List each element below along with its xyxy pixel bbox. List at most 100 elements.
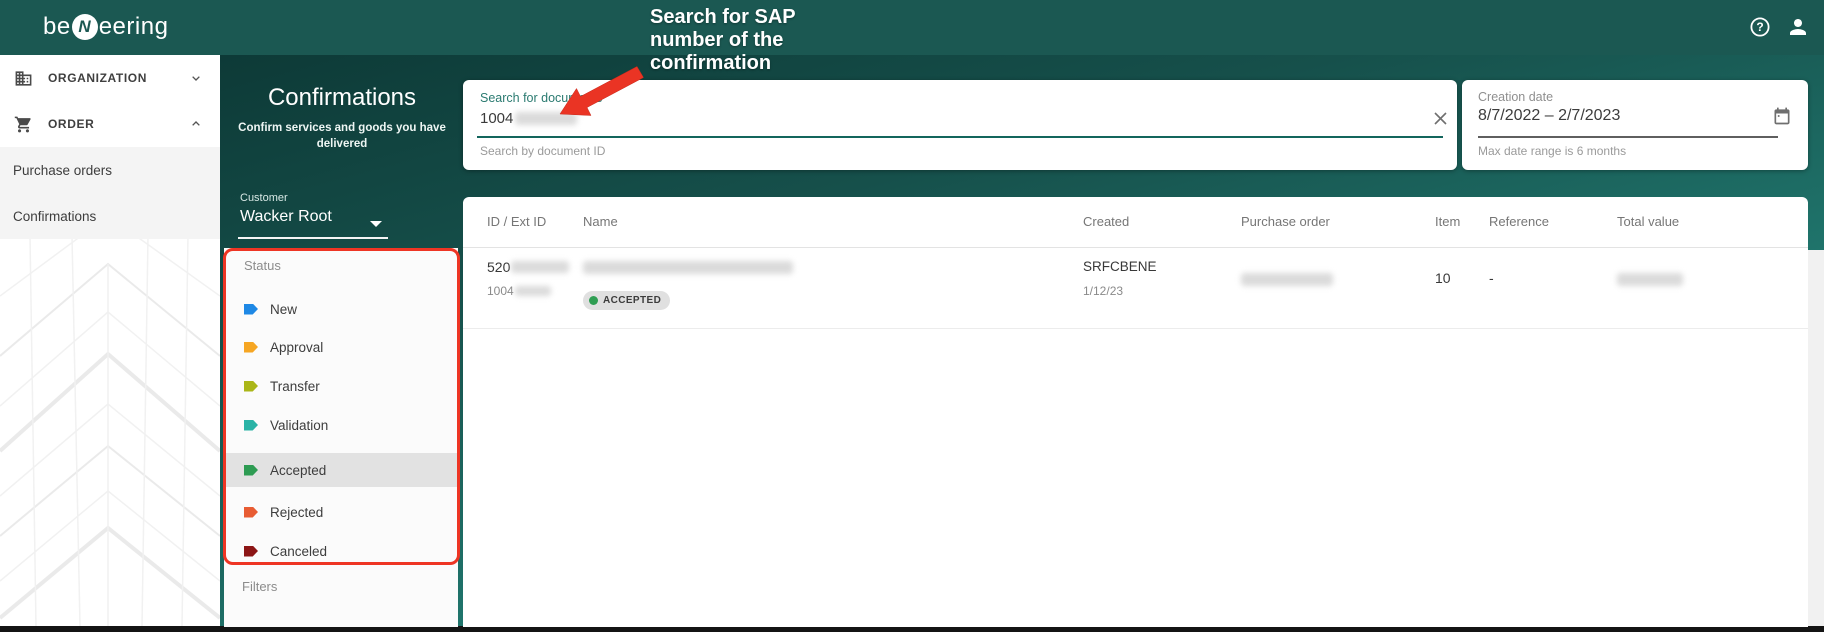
app-window: beNeering ? — [0, 0, 1824, 632]
sidebar-subitem-label: Purchase orders — [13, 163, 112, 178]
customer-select[interactable]: Wacker Root — [240, 208, 332, 226]
filters-heading: Filters — [242, 579, 277, 594]
status-tag-icon — [244, 420, 258, 431]
building-watermark-image — [0, 236, 220, 626]
status-filter-panel: Status New Approval Transfer Validation … — [224, 248, 458, 627]
redacted-purchase-order — [1241, 273, 1333, 286]
status-filter-rejected[interactable]: Rejected — [224, 495, 458, 529]
search-input-label: Search for documents — [480, 91, 602, 105]
cart-icon — [14, 115, 33, 134]
logo-text-post: eering — [99, 13, 169, 41]
status-filter-validation[interactable]: Validation — [224, 408, 458, 442]
table-header-row: ID / Ext ID Name Created Purchase order … — [463, 197, 1808, 248]
customer-select-underline — [238, 237, 388, 239]
status-tag-icon — [244, 546, 258, 557]
table-row[interactable]: 520 1004 ACCEPTED SRFCBENE 1/12/23 10 - — [463, 248, 1808, 329]
column-header-reference: Reference — [1489, 214, 1549, 229]
status-filter-approval[interactable]: Approval — [224, 330, 458, 364]
help-icon: ? — [1749, 16, 1771, 38]
status-filter-canceled[interactable]: Canceled — [224, 534, 458, 568]
redacted-external-id — [515, 286, 551, 296]
search-input-underline — [477, 136, 1443, 138]
column-header-id: ID / Ext ID — [487, 214, 546, 229]
document-id-text: 520 — [487, 259, 510, 275]
cell-created-date: 1/12/23 — [1083, 284, 1123, 298]
annotation-line: number of the — [650, 29, 890, 52]
account-button[interactable] — [1786, 15, 1810, 39]
status-heading: Status — [244, 258, 281, 273]
status-label: Accepted — [270, 463, 326, 478]
redacted-total-value — [1617, 273, 1683, 286]
creation-date-card: Creation date 8/7/2022 – 2/7/2023 Max da… — [1462, 80, 1808, 170]
top-app-bar: beNeering ? — [0, 0, 1824, 55]
search-helper-text: Search by document ID — [480, 144, 605, 158]
column-header-created: Created — [1083, 214, 1129, 229]
person-icon — [1786, 15, 1810, 39]
search-value-text: 1004 — [480, 110, 513, 127]
logo-n-icon: N — [72, 14, 98, 40]
clear-search-button[interactable] — [1429, 107, 1451, 129]
sidebar-item-label: ORDER — [48, 117, 94, 131]
cell-created-ref: SRFCBENE — [1083, 259, 1157, 274]
status-label: Transfer — [270, 379, 320, 394]
building-icon — [14, 69, 33, 88]
calendar-icon — [1772, 106, 1792, 126]
date-input-underline — [1478, 136, 1778, 138]
search-card: Search for documents 1004 Search by docu… — [463, 80, 1457, 170]
cell-external-id: 1004 — [487, 284, 551, 298]
date-helper-text: Max date range is 6 months — [1478, 144, 1626, 158]
confirmations-table: ID / Ext ID Name Created Purchase order … — [463, 197, 1808, 627]
status-label: Validation — [270, 418, 328, 433]
select-caret-icon[interactable] — [370, 221, 382, 227]
status-filter-transfer[interactable]: Transfer — [224, 369, 458, 403]
column-header-name: Name — [583, 214, 618, 229]
page-subtitle: Confirm services and goods you have deli… — [234, 120, 450, 152]
sidebar-item-label: ORGANIZATION — [48, 71, 147, 85]
status-filter-new[interactable]: New — [224, 292, 458, 326]
status-label: Canceled — [270, 544, 327, 559]
status-tag-icon — [244, 342, 258, 353]
status-filter-accepted[interactable]: Accepted — [224, 453, 458, 487]
chevron-up-icon[interactable] — [188, 116, 204, 132]
column-header-total-value: Total value — [1617, 214, 1679, 229]
annotation-text: Search for SAP number of the confirmatio… — [650, 6, 890, 75]
cell-document-id: 520 — [487, 259, 569, 275]
redacted-name — [583, 261, 793, 274]
annotation-line: Search for SAP — [650, 6, 890, 29]
cell-item: 10 — [1435, 270, 1451, 286]
date-range-input[interactable]: 8/7/2022 – 2/7/2023 — [1478, 107, 1620, 125]
svg-text:?: ? — [1756, 20, 1763, 34]
date-range-label: Creation date — [1478, 90, 1553, 104]
status-tag-icon — [244, 465, 258, 476]
status-label: Approval — [270, 340, 323, 355]
order-submenu: Purchase orders Confirmations — [0, 147, 220, 239]
page-title: Confirmations — [224, 84, 460, 112]
cell-reference: - — [1489, 270, 1494, 286]
open-datepicker-button[interactable] — [1772, 106, 1792, 126]
status-label: New — [270, 302, 297, 317]
column-header-purchase-order: Purchase order — [1241, 214, 1330, 229]
close-icon — [1433, 111, 1448, 126]
beneering-logo[interactable]: beNeering — [43, 13, 168, 41]
column-header-item: Item — [1435, 214, 1460, 229]
sidebar-item-organization[interactable]: ORGANIZATION — [0, 55, 220, 101]
status-tag-icon — [244, 381, 258, 392]
help-button[interactable]: ? — [1748, 15, 1772, 39]
logo-text-pre: be — [43, 13, 71, 41]
left-navigation: ORGANIZATION ORDER Purchase orders Confi… — [0, 55, 220, 632]
search-input[interactable]: 1004 — [480, 110, 577, 127]
status-badge: ACCEPTED — [583, 291, 670, 310]
annotation-line: confirmation — [650, 52, 890, 75]
chevron-down-icon[interactable] — [188, 70, 204, 86]
redacted-search-value — [515, 112, 577, 125]
vertical-scrollbar[interactable] — [1808, 250, 1824, 627]
status-tag-icon — [244, 507, 258, 518]
status-label: Rejected — [270, 505, 323, 520]
sidebar-item-order[interactable]: ORDER — [0, 101, 220, 147]
sidebar-item-purchase-orders[interactable]: Purchase orders — [0, 147, 220, 193]
customer-select-label: Customer — [240, 192, 288, 204]
status-dot-icon — [589, 296, 598, 305]
sidebar-item-confirmations[interactable]: Confirmations — [0, 193, 220, 239]
status-tag-icon — [244, 304, 258, 315]
status-badge-label: ACCEPTED — [603, 295, 661, 306]
